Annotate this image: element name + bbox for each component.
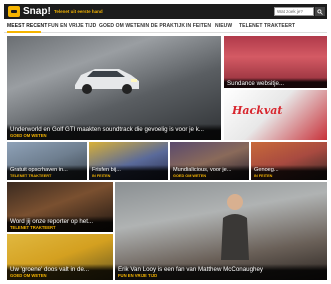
search-input[interactable]: Wat zoek je?: [274, 7, 314, 16]
article-tile-reporter[interactable]: Word jij onze reporter op het... TELENET…: [7, 182, 113, 232]
tile-title: Underworld en Golf GTI maakten soundtrac…: [10, 125, 204, 133]
article-tile-hackvat[interactable]: Hackvat: [224, 90, 327, 140]
car-image: [75, 69, 139, 94]
article-tile-hero[interactable]: Underworld en Golf GTI maakten soundtrac…: [7, 36, 221, 140]
search-icon: [317, 8, 323, 15]
article-tile-small-3[interactable]: Mundialicious, voor je... GOED OM WETEN: [170, 142, 249, 180]
article-tile-small-2[interactable]: Frisfen bij... IN FEITEN: [89, 142, 168, 180]
nav-nieuw[interactable]: NIEUW: [215, 23, 232, 30]
nav-goed-om-weten[interactable]: GOED OM WETEN: [99, 23, 144, 30]
active-tab-indicator: [7, 31, 41, 33]
article-tile-small-1[interactable]: Gratuit opscrhaven in... TELENET TRAKTEE…: [7, 142, 87, 180]
tile-category[interactable]: GOED OM WETEN: [173, 174, 246, 180]
tile-category[interactable]: TELENET TRAKTEERT: [10, 225, 110, 231]
search-button[interactable]: [315, 7, 325, 16]
tile-title: Erik Van Looy is een fan van Matthew McC…: [118, 265, 264, 273]
tile-title: Uw 'groene' doos valt in de...: [10, 265, 90, 273]
article-tile-sundance[interactable]: Sundance websitje...: [224, 36, 327, 88]
tile-title: Word jij onze reporter op het...: [10, 217, 94, 225]
tagline: Telenet uit eerste hand: [54, 9, 103, 14]
nav-in-feiten[interactable]: IN FEITEN: [186, 23, 211, 30]
tile-title: Mundialicious, voor je...: [173, 166, 232, 173]
article-tile-small-4[interactable]: Genoeg... IN FEITEN: [251, 142, 327, 180]
page: Snap! Telenet uit eerste hand Wat zoek j…: [4, 4, 327, 280]
tile-title: Genoeg...: [254, 166, 279, 173]
tile-category[interactable]: GOED OM WETEN: [10, 133, 218, 139]
hackvat-logo: Hackvat: [232, 104, 283, 117]
nav-in-de-praktijk[interactable]: IN DE PRAKTIJK: [144, 23, 185, 30]
tile-category[interactable]: TELENET TRAKTEERT: [10, 174, 84, 180]
tile-title: Sundance websitje...: [227, 79, 285, 87]
nav-fun-en-vrije-tijd[interactable]: FUN EN VRIJE TIJD: [48, 23, 96, 30]
brand-name[interactable]: Snap!: [23, 5, 51, 18]
nav-meest-recent[interactable]: MEEST RECENT: [7, 23, 47, 30]
article-tile-erik-van-looy[interactable]: Erik Van Looy is een fan van Matthew McC…: [115, 182, 327, 280]
tile-category[interactable]: FUN EN VRIJE TIJD: [118, 273, 324, 279]
main-nav: MEEST RECENT FUN EN VRIJE TIJD GOED OM W…: [4, 19, 327, 33]
article-tile-groene-doos[interactable]: Uw 'groene' doos valt in de... GOED OM W…: [7, 234, 113, 280]
tile-title: Frisfen bij...: [92, 166, 121, 173]
snap-logo-icon[interactable]: [8, 6, 20, 17]
tile-title: Gratuit opscrhaven in...: [10, 166, 68, 173]
person-image: [221, 194, 249, 260]
tile-category[interactable]: IN FEITEN: [92, 174, 165, 180]
top-bar: Snap! Telenet uit eerste hand Wat zoek j…: [4, 4, 327, 19]
tile-category[interactable]: IN FEITEN: [254, 174, 324, 180]
nav-telenet-trakteert[interactable]: TELENET TRAKTEERT: [239, 23, 295, 30]
tile-category[interactable]: GOED OM WETEN: [10, 273, 110, 279]
